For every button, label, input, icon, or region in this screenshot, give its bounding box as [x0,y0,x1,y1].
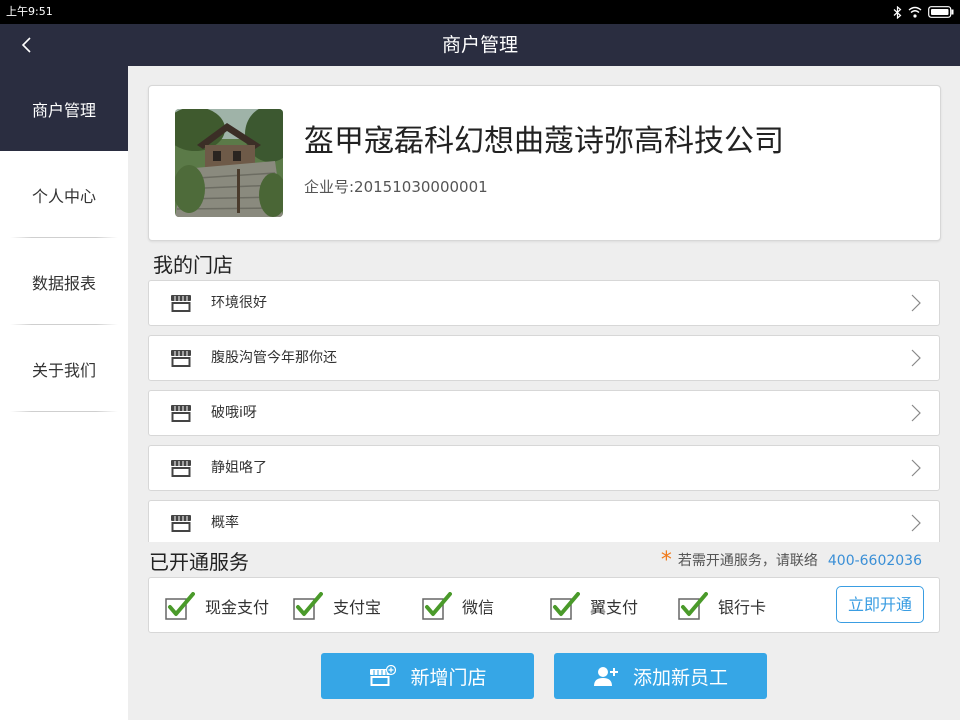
sidebar-item-merchant-management[interactable]: 商户管理 [0,66,128,151]
status-time: 上午9:51 [6,5,53,18]
store-item[interactable]: 静姐咯了 [148,445,940,491]
store-icon [170,349,192,371]
store-name: 概率 [211,515,239,531]
sidebar-item-label: 数据报表 [31,273,96,293]
chevron-right-icon [911,294,921,316]
services-title: 已开通服务 [149,550,249,574]
asterisk-icon: * [660,548,672,573]
battery-icon [928,6,954,18]
sidebar-item-data-reports[interactable]: 数据报表 [0,238,128,325]
checkbox-checked-icon [422,592,452,620]
sidebar-item-personal-center[interactable]: 个人中心 [0,151,128,238]
add-staff-button[interactable]: 添加新员工 [554,653,767,699]
checkbox-checked-icon [165,592,195,620]
add-store-icon [370,665,397,686]
store-item[interactable]: 概率 [148,500,940,542]
add-store-label: 新增门店 [410,666,487,689]
service-wechat: 微信 [422,592,494,620]
checkbox-checked-icon [678,592,708,620]
store-icon [170,459,192,481]
sidebar-item-label: 个人中心 [31,186,96,206]
store-name: 静姐咯了 [211,460,267,476]
divider [10,411,118,412]
store-icon [170,294,192,316]
sidebar-item-about-us[interactable]: 关于我们 [0,325,128,412]
chevron-right-icon [911,404,921,426]
bluetooth-icon [893,5,902,19]
store-name: 环境很好 [211,295,267,311]
checkbox-checked-icon [293,592,323,620]
store-icon [170,514,192,536]
service-label: 微信 [462,598,495,617]
sidebar: 商户管理 个人中心 数据报表 关于我们 [0,66,128,720]
store-name: 腹股沟管今年那你还 [211,350,337,366]
service-label: 翼支付 [590,598,639,617]
chevron-right-icon [911,514,921,536]
status-bar: 上午9:51 [0,0,960,24]
service-contact-note: * 若需开通服务，请联络 400-6602036 [660,548,922,573]
service-note-text: 若需开通服务，请联络 [677,553,818,569]
service-label: 银行卡 [718,598,767,617]
add-user-icon [593,667,618,686]
company-name: 盔甲寇磊科幻想曲蔻诗弥高科技公司 [304,124,784,159]
status-icons [893,4,954,20]
company-card: 盔甲寇磊科幻想曲蔻诗弥高科技公司 企业号:20151030000001 [148,85,941,241]
add-store-button[interactable]: 新增门店 [321,653,534,699]
service-phone-link[interactable]: 400-6602036 [828,552,922,570]
store-item[interactable]: 破哦i呀 [148,390,940,436]
sidebar-item-label: 商户管理 [31,100,96,120]
service-cash: 现金支付 [165,592,269,620]
company-id: 企业号:20151030000001 [304,178,488,196]
store-item[interactable]: 腹股沟管今年那你还 [148,335,940,381]
activate-service-button[interactable]: 立即开通 [836,586,924,623]
store-name: 破哦i呀 [211,405,257,421]
page-title: 商户管理 [441,34,518,56]
store-list[interactable]: 环境很好 腹股沟管今年那你还 破哦i呀 静姐咯了 概率 [148,280,940,542]
sidebar-item-label: 关于我们 [31,360,96,380]
service-bestpay: 翼支付 [550,592,638,620]
service-bank-card: 银行卡 [678,592,766,620]
main-content: 盔甲寇磊科幻想曲蔻诗弥高科技公司 企业号:20151030000001 我的门店… [128,66,960,720]
store-item[interactable]: 环境很好 [148,280,940,326]
chevron-right-icon [911,349,921,371]
store-icon [170,404,192,426]
service-label: 支付宝 [333,598,382,617]
add-staff-label: 添加新员工 [632,666,728,689]
company-logo [175,109,283,217]
service-alipay: 支付宝 [293,592,381,620]
wifi-icon [908,6,922,18]
checkbox-checked-icon [550,592,580,620]
my-stores-title: 我的门店 [153,253,233,277]
service-label: 现金支付 [205,598,270,617]
chevron-right-icon [911,459,921,481]
services-card: 现金支付 支付宝 微信 翼支付 银行卡 立即开通 [148,577,940,633]
nav-bar: 商户管理 [0,24,960,66]
